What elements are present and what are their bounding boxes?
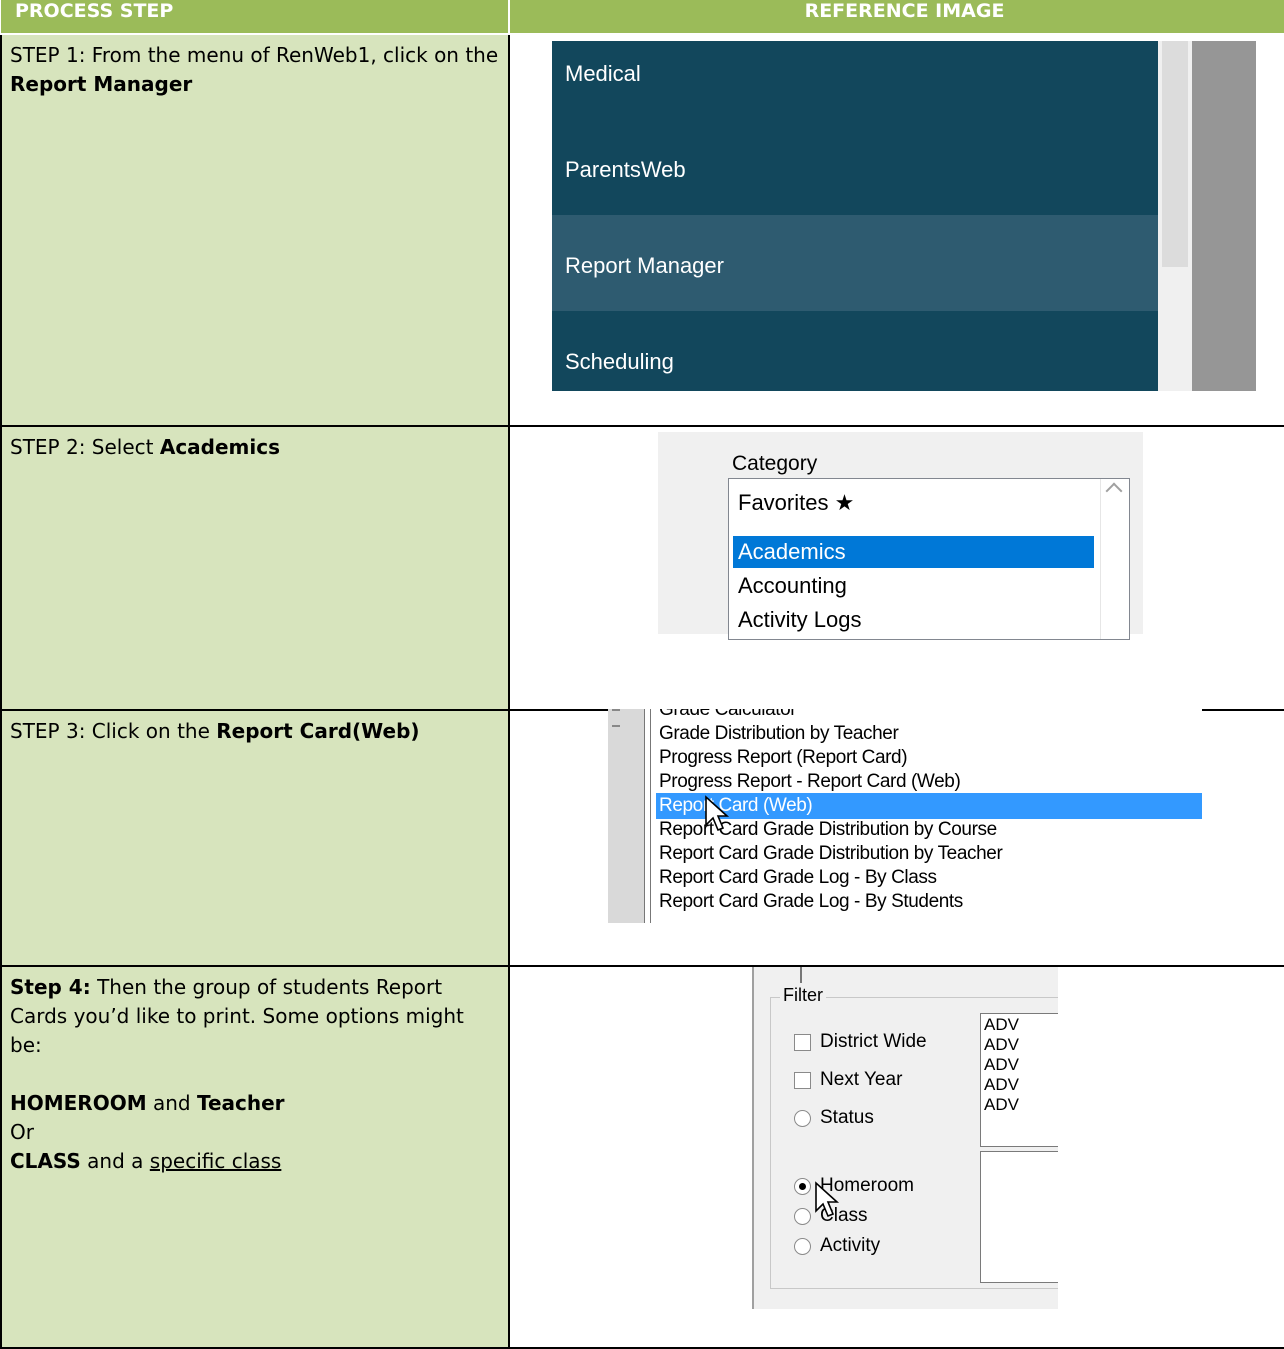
report-list-gutter	[608, 709, 644, 923]
filter-panel-edge	[752, 967, 754, 1309]
step-3-image-cell: Grade Calculator Grade Distribution by T…	[508, 709, 1284, 967]
step-4-row: Step 4: Then the group of students Repor…	[0, 965, 1284, 1349]
report-item-distribution-teacher[interactable]: Report Card Grade Distribution by Teache…	[656, 841, 1202, 867]
step-4-text-cell: Step 4: Then the group of students Repor…	[0, 965, 510, 1349]
filter-panel: Filter District Wide Next Year Status Ho…	[752, 967, 1058, 1309]
option-homeroom: HOMEROOM and Teacher	[10, 1091, 285, 1115]
step-1-row: STEP 1: From the menu of RenWeb1, click …	[0, 33, 1284, 427]
filter-panel-tick	[800, 967, 802, 983]
radio-selected-icon[interactable]	[794, 1178, 811, 1195]
menu-item-scheduling[interactable]: Scheduling	[552, 311, 1158, 407]
list-item[interactable]: ADV	[984, 1056, 1019, 1074]
menu-list: Medical ParentsWeb Report Manager Schedu…	[552, 41, 1158, 391]
category-item-favorites[interactable]: Favorites ★	[733, 487, 1094, 519]
menu-scrollbar[interactable]	[1158, 41, 1192, 391]
renweb-menu: Medical ParentsWeb Report Manager Schedu…	[552, 41, 1256, 391]
filter-status-list[interactable]: ADV ADV ADV ADV ADV	[980, 1013, 1058, 1147]
report-item-grade-log-students[interactable]: Report Card Grade Log - By Students	[656, 889, 1202, 915]
radio-icon[interactable]	[794, 1208, 811, 1225]
report-item-report-card-web[interactable]: Report Card (Web)	[656, 793, 1202, 819]
option-class: CLASS and a specific class	[10, 1149, 282, 1173]
process-table: PROCESS STEP REFERENCE IMAGE STEP 1: Fro…	[0, 0, 1284, 1349]
step-3-text-cell: STEP 3: Click on the Report Card(Web)	[0, 709, 510, 967]
menu-item-report-manager[interactable]: Report Manager	[552, 215, 1158, 311]
step-2-text-cell: STEP 2: Select Academics	[0, 425, 510, 711]
report-item-grade-distribution-teacher[interactable]: Grade Distribution by Teacher	[656, 721, 1202, 747]
header-process-step: PROCESS STEP	[1, 0, 510, 35]
list-item[interactable]: ADV	[984, 1036, 1019, 1054]
category-scrollbar[interactable]	[1100, 479, 1129, 639]
report-item-progress-report[interactable]: Progress Report (Report Card)	[656, 745, 1202, 771]
checkbox-icon[interactable]	[794, 1034, 811, 1051]
report-item-distribution-course[interactable]: Report Card Grade Distribution by Course	[656, 817, 1202, 843]
option-or: Or	[10, 1120, 34, 1144]
category-label: Category	[732, 452, 818, 475]
category-item-academics[interactable]: Academics	[733, 536, 1094, 568]
report-item-progress-report-web[interactable]: Progress Report - Report Card (Web)	[656, 769, 1202, 795]
step-2-image-cell: Category Favorites ★ Academics Accountin…	[508, 425, 1284, 711]
menu-item-parentsweb[interactable]: ParentsWeb	[552, 119, 1158, 215]
filter-legend: Filter	[780, 985, 826, 1006]
menu-item-medical[interactable]: Medical	[552, 23, 1158, 119]
list-item[interactable]: ADV	[984, 1096, 1019, 1114]
step-3-text: STEP 3: Click on the Report Card(Web)	[10, 719, 420, 743]
step-3-row: STEP 3: Click on the Report Card(Web) Gr…	[0, 709, 1284, 967]
radio-icon[interactable]	[794, 1110, 811, 1127]
report-item-grade-log-class[interactable]: Report Card Grade Log - By Class	[656, 865, 1202, 891]
report-list: Grade Calculator Grade Distribution by T…	[608, 709, 1202, 923]
menu-side-panel	[1192, 41, 1256, 391]
list-item[interactable]: ADV	[984, 1016, 1019, 1034]
step-2-row: STEP 2: Select Academics Category Favori…	[0, 425, 1284, 711]
radio-icon[interactable]	[794, 1238, 811, 1255]
menu-scrollbar-thumb[interactable]	[1162, 41, 1188, 267]
report-list-border	[644, 709, 651, 923]
step-4-image-cell: Filter District Wide Next Year Status Ho…	[508, 965, 1284, 1349]
step-1-text: STEP 1: From the menu of RenWeb1, click …	[10, 43, 499, 96]
grip-icon	[612, 709, 620, 727]
list-item[interactable]: ADV	[984, 1076, 1019, 1094]
checkbox-icon[interactable]	[794, 1072, 811, 1089]
filter-selection-list[interactable]	[980, 1151, 1058, 1283]
category-listbox[interactable]: Favorites ★ Academics Accounting Activit…	[728, 478, 1130, 640]
step-2-text: STEP 2: Select Academics	[10, 435, 281, 459]
step-1-text-cell: STEP 1: From the menu of RenWeb1, click …	[0, 33, 510, 427]
category-item-activity-logs[interactable]: Activity Logs	[733, 604, 1094, 636]
step-1-image-cell: Medical ParentsWeb Report Manager Schedu…	[508, 33, 1284, 427]
category-item-accounting[interactable]: Accounting	[733, 570, 1094, 602]
chevron-up-icon[interactable]	[1105, 482, 1123, 500]
step-4-text: Step 4: Then the group of students Repor…	[2, 967, 508, 1176]
category-panel: Category Favorites ★ Academics Accountin…	[658, 432, 1143, 640]
